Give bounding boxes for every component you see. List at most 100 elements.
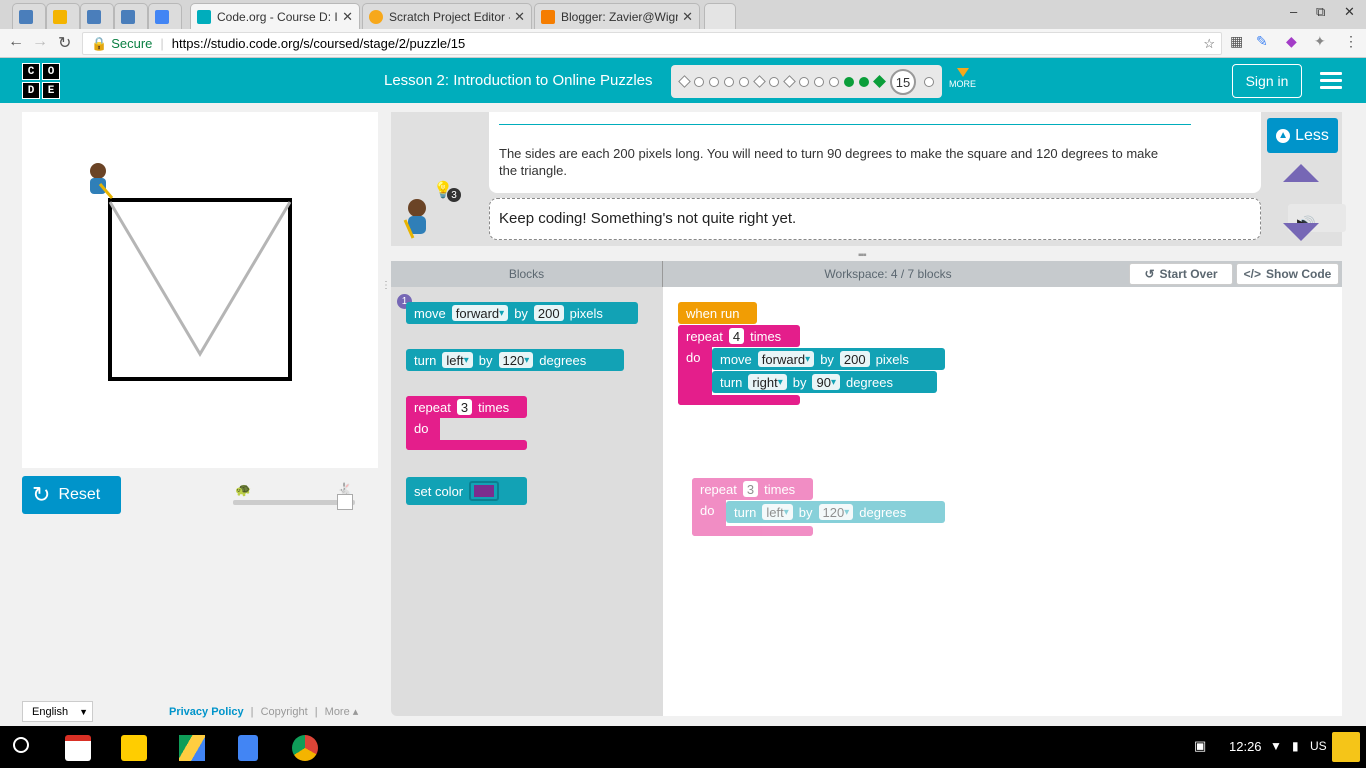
- direction-dropdown[interactable]: forward: [451, 305, 509, 321]
- address-bar[interactable]: 🔒 Secure | https://studio.code.org/s/cou…: [82, 32, 1222, 55]
- url-text[interactable]: https://studio.code.org/s/coursed/stage/…: [172, 36, 465, 51]
- extension-icon[interactable]: ◆: [1286, 33, 1297, 50]
- tab-pinned-3[interactable]: [80, 3, 114, 29]
- progress-dot[interactable]: [829, 77, 839, 87]
- google-docs-icon[interactable]: [238, 735, 258, 761]
- tab-pinned-5[interactable]: [148, 3, 182, 29]
- more-toggle[interactable]: MORE: [949, 68, 976, 89]
- turn-block[interactable]: turn left by 120 degrees: [406, 349, 624, 371]
- progress-dot-complete[interactable]: [859, 77, 869, 87]
- forward-icon[interactable]: →: [32, 33, 48, 51]
- repeat-block[interactable]: repeat 3 times do: [406, 396, 527, 450]
- sign-in-button[interactable]: Sign in: [1232, 64, 1302, 98]
- close-window-icon[interactable]: ✕: [1344, 4, 1355, 20]
- tab-pinned-2[interactable]: [46, 3, 80, 29]
- google-drive-icon[interactable]: [179, 735, 205, 761]
- wifi-icon[interactable]: ▼: [1270, 739, 1282, 753]
- move-forward-block[interactable]: move forward by 200 pixels: [712, 348, 945, 370]
- show-code-button[interactable]: </> Show Code: [1236, 263, 1339, 285]
- code-app-icon[interactable]: [121, 735, 147, 761]
- hint-lightbulb[interactable]: 💡 3: [433, 180, 463, 206]
- angle-dropdown[interactable]: 120: [818, 504, 854, 520]
- less-button[interactable]: ▲ Less: [1267, 118, 1338, 153]
- start-over-button[interactable]: ↺ Start Over: [1129, 263, 1233, 285]
- set-color-block[interactable]: set color: [406, 477, 527, 505]
- repeat-count-field[interactable]: 3: [456, 399, 473, 415]
- color-picker-field[interactable]: [469, 481, 500, 501]
- direction-dropdown[interactable]: forward: [757, 351, 815, 367]
- progress-dot[interactable]: [799, 77, 809, 87]
- chrome-icon[interactable]: [292, 735, 318, 761]
- tab-title: Scratch Project Editor - I: [389, 9, 511, 24]
- progress-dot[interactable]: [694, 77, 704, 87]
- extension-icon[interactable]: ▦: [1230, 33, 1243, 50]
- distance-field[interactable]: 200: [533, 305, 564, 321]
- back-icon[interactable]: ←: [8, 33, 24, 51]
- bookmark-star-icon[interactable]: ☆: [1203, 36, 1215, 52]
- direction-dropdown[interactable]: left: [762, 504, 793, 520]
- progress-concept[interactable]: [678, 75, 691, 88]
- tab-pinned-4[interactable]: [114, 3, 148, 29]
- progress-concept-complete[interactable]: [873, 75, 886, 88]
- progress-dot[interactable]: [769, 77, 779, 87]
- turn-block[interactable]: turn right by 90 degrees: [712, 371, 937, 393]
- repeat-count-field[interactable]: 4: [728, 328, 745, 344]
- restore-icon[interactable]: ⧉: [1316, 4, 1325, 20]
- code-org-logo[interactable]: C O D E: [22, 63, 60, 99]
- tab-blogger[interactable]: Blogger: Zavier@Wigram ✕: [534, 3, 700, 29]
- chevron-down-icon: ▼: [79, 706, 88, 717]
- close-tab-icon[interactable]: ✕: [682, 9, 693, 25]
- extension-icon[interactable]: ✦: [1314, 33, 1326, 50]
- scroll-down-arrow-icon[interactable]: [1283, 223, 1319, 241]
- notification-bell-icon[interactable]: [1332, 732, 1360, 762]
- speed-slider[interactable]: 🐢 🐇: [233, 482, 357, 512]
- minimize-icon[interactable]: –: [1290, 4, 1297, 19]
- copyright-link[interactable]: Copyright: [261, 706, 308, 718]
- progress-dot-complete[interactable]: [844, 77, 854, 87]
- angle-dropdown[interactable]: 90: [812, 374, 840, 390]
- angle-dropdown[interactable]: 120: [498, 352, 534, 368]
- reload-icon[interactable]: ↻: [58, 33, 71, 53]
- current-puzzle-number[interactable]: 15: [890, 69, 916, 95]
- battery-icon[interactable]: ▮: [1292, 739, 1299, 753]
- distance-field[interactable]: 200: [839, 351, 870, 367]
- progress-concept[interactable]: [783, 75, 796, 88]
- progress-dot[interactable]: [709, 77, 719, 87]
- gmail-icon[interactable]: [65, 735, 91, 761]
- privacy-policy-link[interactable]: Privacy Policy: [169, 706, 244, 718]
- move-forward-block[interactable]: move forward by 200 pixels: [406, 302, 638, 324]
- tab-scratch[interactable]: Scratch Project Editor - I ✕: [362, 3, 532, 29]
- keyboard-locale[interactable]: US: [1310, 739, 1327, 753]
- progress-dot[interactable]: [724, 77, 734, 87]
- new-tab-button[interactable]: [704, 3, 736, 29]
- progress-dot[interactable]: [924, 77, 934, 87]
- when-run-block[interactable]: when run: [678, 302, 757, 324]
- toolbox-resize-grip-icon[interactable]: ⋮: [381, 280, 391, 291]
- clock[interactable]: 12:26: [1229, 739, 1262, 754]
- hamburger-menu-icon[interactable]: [1320, 72, 1342, 89]
- more-link[interactable]: More ▴: [325, 706, 359, 718]
- toolbox-header: Blocks: [391, 261, 663, 287]
- language-select[interactable]: English ▼: [22, 701, 93, 722]
- close-tab-icon[interactable]: ✕: [514, 9, 525, 25]
- menu-dots-icon[interactable]: ⋮: [1344, 33, 1358, 50]
- tab-code-org[interactable]: Code.org - Course D: Intr ✕: [190, 3, 360, 29]
- tab-pinned-1[interactable]: [12, 3, 46, 29]
- repeat-count-field[interactable]: 3: [742, 481, 759, 497]
- screenshot-icon[interactable]: ▣: [1194, 738, 1206, 754]
- scroll-up-arrow-icon[interactable]: [1283, 164, 1319, 182]
- reset-button[interactable]: ↻ Reset: [22, 476, 121, 514]
- slider-thumb[interactable]: [337, 494, 353, 510]
- resize-grip-icon[interactable]: ▪▪▪: [858, 250, 867, 261]
- turn-block-detached[interactable]: turn left by 120 degrees: [726, 501, 945, 523]
- direction-dropdown[interactable]: left: [442, 352, 473, 368]
- close-tab-icon[interactable]: ✕: [342, 9, 353, 25]
- launcher-icon[interactable]: [13, 737, 29, 753]
- extension-icon[interactable]: ✎: [1256, 33, 1268, 50]
- progress-dot[interactable]: [739, 77, 749, 87]
- progress-concept[interactable]: [753, 75, 766, 88]
- progress-dot[interactable]: [814, 77, 824, 87]
- lesson-title[interactable]: Lesson 2: Introduction to Online Puzzles: [384, 72, 653, 89]
- blockly-workspace[interactable]: when run repeat 4 times do move forward …: [663, 287, 1342, 716]
- direction-dropdown[interactable]: right: [748, 374, 787, 390]
